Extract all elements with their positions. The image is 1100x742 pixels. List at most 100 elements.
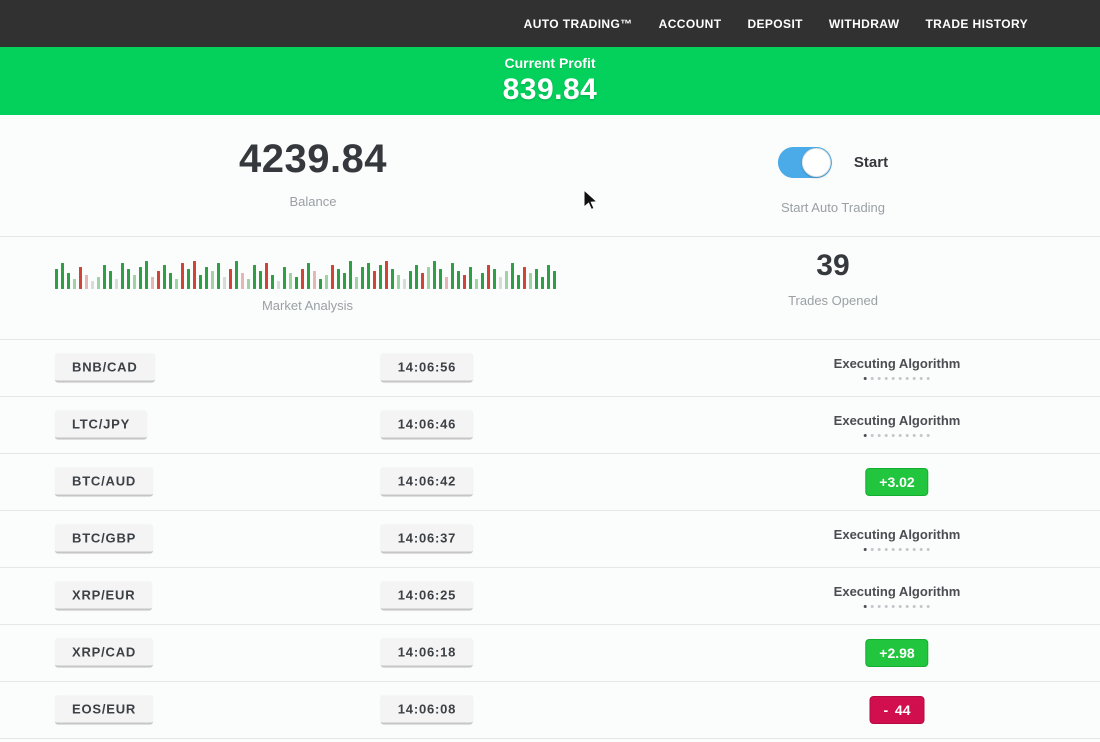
- pair-pill: BTC/AUD: [55, 468, 153, 497]
- market-bar: [463, 275, 466, 289]
- loading-dots: [834, 548, 961, 551]
- loading-dot: [913, 377, 916, 380]
- loading-dot: [864, 548, 867, 551]
- pair-pill: LTC/JPY: [55, 411, 147, 440]
- result-value: 2.98: [887, 645, 914, 661]
- nav-item-withdraw[interactable]: WITHDRAW: [829, 17, 900, 31]
- market-bar: [523, 267, 526, 289]
- auto-trading-toggle[interactable]: [778, 147, 832, 178]
- market-bar: [61, 263, 64, 289]
- market-bar: [289, 273, 292, 289]
- loading-dot: [920, 434, 923, 437]
- nav-item-auto-trading[interactable]: AUTO TRADING™: [524, 17, 633, 31]
- loading-dot: [885, 548, 888, 551]
- market-bar: [307, 263, 310, 289]
- market-bar: [313, 271, 316, 289]
- trade-status: +2.98: [865, 639, 928, 667]
- trade-row: LTC/JPY 14:06:46 Executing Algorithm: [0, 397, 1100, 454]
- market-bar: [409, 271, 412, 289]
- loading-dot: [927, 434, 930, 437]
- market-analysis-label: Market Analysis: [55, 298, 560, 313]
- auto-trading-block: Start Start Auto Trading: [778, 147, 888, 215]
- market-bar: [493, 269, 496, 289]
- loading-dot: [885, 434, 888, 437]
- toggle-sublabel: Start Auto Trading: [778, 200, 888, 215]
- loading-dot: [878, 548, 881, 551]
- market-bar: [469, 267, 472, 289]
- loading-dot: [864, 434, 867, 437]
- market-bar: [511, 263, 514, 289]
- loading-dot: [864, 605, 867, 608]
- market-bar: [475, 279, 478, 289]
- market-bar: [175, 279, 178, 289]
- trade-row: BTC/GBP 14:06:37 Executing Algorithm: [0, 511, 1100, 568]
- market-bar: [97, 277, 100, 289]
- market-bar: [481, 273, 484, 289]
- market-analysis-chart: [55, 259, 560, 289]
- loading-dot: [906, 377, 909, 380]
- loading-dot: [899, 377, 902, 380]
- market-bar: [379, 265, 382, 289]
- nav-item-deposit[interactable]: DEPOSIT: [747, 17, 802, 31]
- market-bar: [385, 261, 388, 289]
- market-bar: [253, 265, 256, 289]
- loading-dot: [864, 377, 867, 380]
- nav-item-trade-history[interactable]: TRADE HISTORY: [925, 17, 1028, 31]
- market-bar: [451, 263, 454, 289]
- trade-time: 14:06:42: [381, 468, 473, 497]
- loading-dot: [906, 434, 909, 437]
- trade-time: 14:06:18: [381, 639, 473, 668]
- trades-list: BNB/CAD 14:06:56 Executing Algorithm LTC…: [0, 340, 1100, 739]
- market-bar: [91, 281, 94, 289]
- market-bar: [283, 267, 286, 289]
- nav-item-account[interactable]: ACCOUNT: [659, 17, 722, 31]
- loading-dot: [899, 605, 902, 608]
- trade-time: 14:06:56: [381, 354, 473, 383]
- market-bar: [67, 273, 70, 289]
- loading-dot: [906, 548, 909, 551]
- market-bar: [529, 273, 532, 289]
- executing-label: Executing Algorithm: [834, 413, 961, 428]
- loading-dot: [920, 548, 923, 551]
- balance-label: Balance: [239, 194, 387, 209]
- trade-status: Executing Algorithm: [834, 584, 961, 608]
- market-bar: [391, 269, 394, 289]
- trades-opened-value: 39: [788, 249, 878, 283]
- market-bar: [397, 275, 400, 289]
- loading-dot: [920, 605, 923, 608]
- loading-dot: [913, 605, 916, 608]
- result-sign: +: [879, 474, 887, 490]
- trade-time: 14:06:08: [381, 696, 473, 725]
- executing-label: Executing Algorithm: [834, 584, 961, 599]
- market-bar: [499, 277, 502, 289]
- market-bar: [367, 263, 370, 289]
- loading-dot: [878, 377, 881, 380]
- loading-dot: [913, 434, 916, 437]
- trade-row: XRP/CAD 14:06:18 +2.98: [0, 625, 1100, 682]
- toggle-start-label: Start: [854, 154, 888, 171]
- market-bar: [349, 261, 352, 289]
- balance-value: 4239.84: [239, 137, 387, 182]
- trade-row: BTC/AUD 14:06:42 +3.02: [0, 454, 1100, 511]
- market-bar: [145, 261, 148, 289]
- profit-label: Current Profit: [0, 55, 1100, 71]
- market-bar: [211, 271, 214, 289]
- loading-dot: [871, 548, 874, 551]
- market-bar: [109, 271, 112, 289]
- market-bar: [139, 267, 142, 289]
- loading-dot: [892, 377, 895, 380]
- market-bar: [403, 279, 406, 289]
- market-bar: [163, 265, 166, 289]
- market-bar: [187, 269, 190, 289]
- pair-pill: BNB/CAD: [55, 354, 155, 383]
- pair-pill: XRP/CAD: [55, 639, 153, 668]
- market-bar: [151, 277, 154, 289]
- market-bar: [517, 275, 520, 289]
- trade-row: BNB/CAD 14:06:56 Executing Algorithm: [0, 340, 1100, 397]
- market-bar: [73, 279, 76, 289]
- market-bar: [445, 277, 448, 289]
- market-bar: [241, 273, 244, 289]
- top-nav: AUTO TRADING™ ACCOUNT DEPOSIT WITHDRAW T…: [0, 0, 1100, 47]
- trade-row: XRP/EUR 14:06:25 Executing Algorithm: [0, 568, 1100, 625]
- market-bar: [457, 271, 460, 289]
